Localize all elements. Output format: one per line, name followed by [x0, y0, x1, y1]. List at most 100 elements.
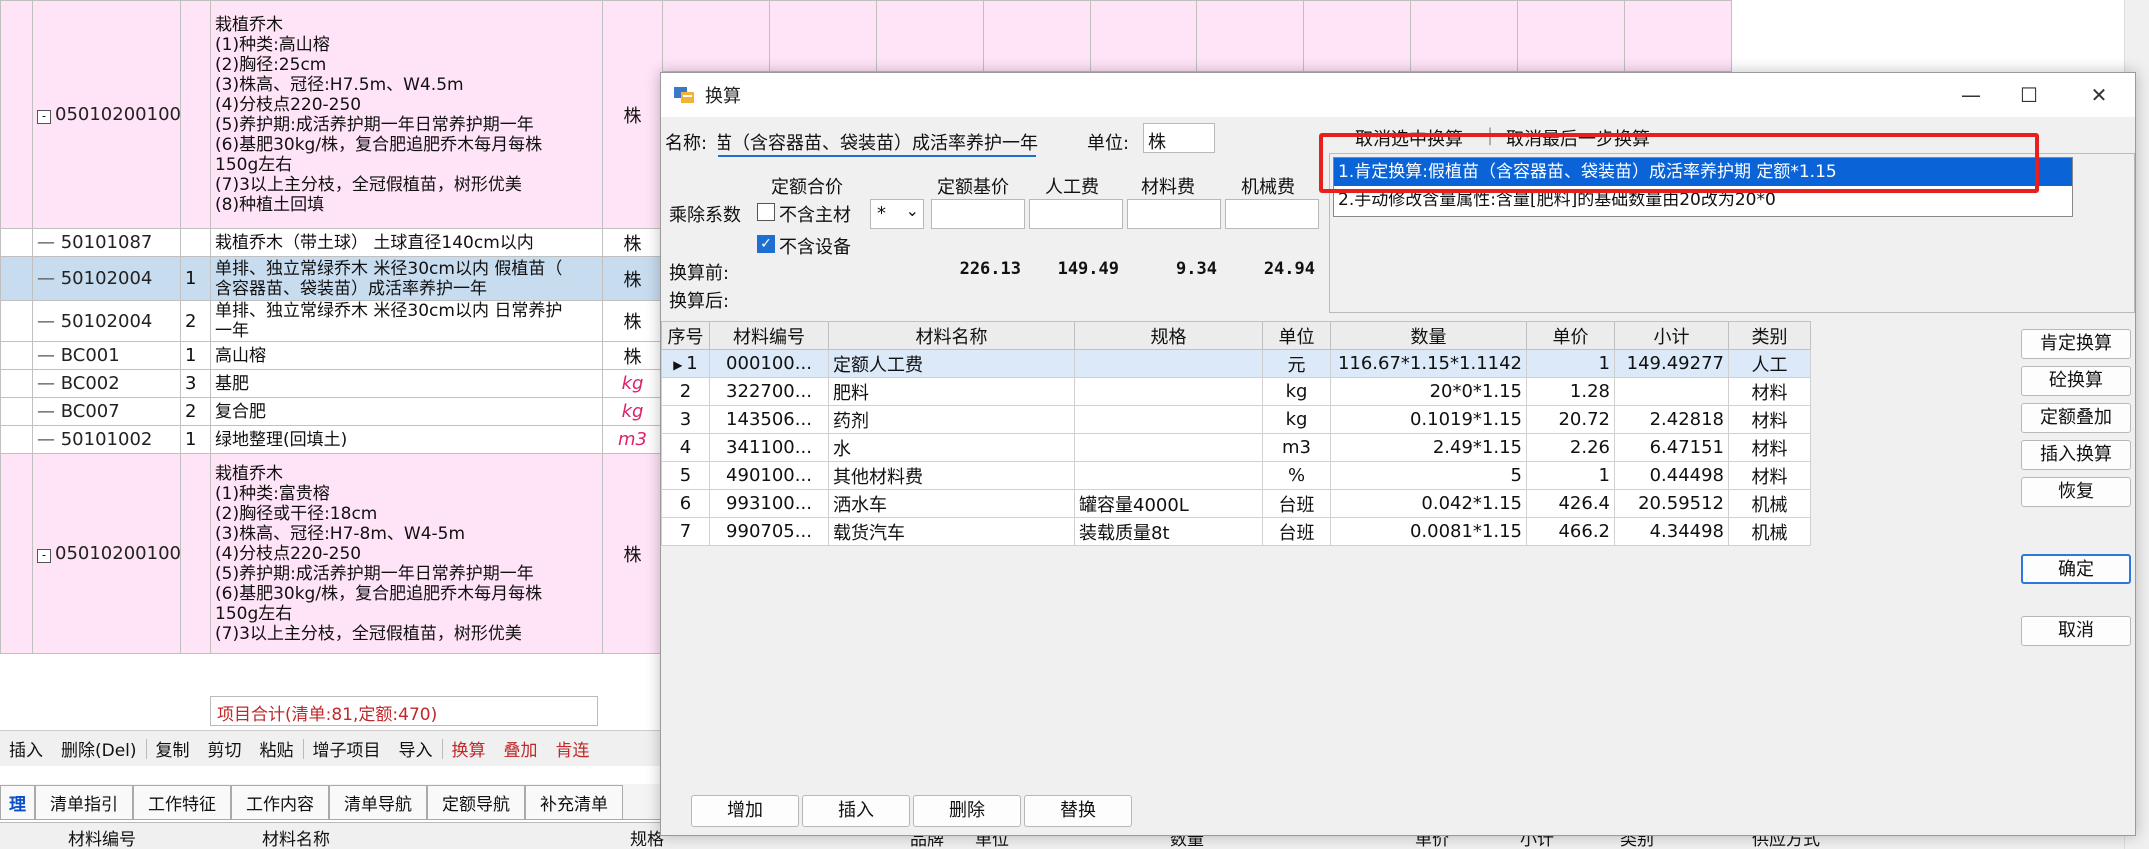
table-cell: 0.44498 — [1614, 461, 1729, 490]
machine-input[interactable] — [1225, 199, 1319, 229]
tree-gutter — [0, 300, 33, 342]
table-row[interactable]: ▶ 1 000100... 定额人工费 元 116.67*1.15*1.1142 1 149… — [661, 349, 1811, 378]
cell-value: 993100... — [726, 493, 812, 514]
tree-gutter — [0, 341, 33, 370]
toolbar-button[interactable]: 肯连 — [547, 736, 599, 761]
table-cell — [1074, 377, 1263, 406]
item-code: 50101087 — [60, 232, 153, 253]
minimize-icon[interactable]: — — [1957, 81, 1985, 109]
table-row[interactable]: — 50102004 1 单排、独立常绿乔木 米径30cm以内 假植苗（ 含容器苗、袋… — [0, 256, 663, 301]
toolbar-button[interactable]: 换算 — [443, 736, 495, 761]
table-row[interactable]: 7 990705... 载货汽车 装载质量8t 台班 0.0081*1.15 466.2 4.… — [661, 517, 1811, 546]
item-code-cell: — BC002 — [32, 369, 181, 398]
material-input[interactable] — [1127, 199, 1221, 229]
item-desc-line: (5)养护期:成活养护期一年日常养护期一年 — [215, 114, 534, 135]
tab[interactable]: 补充清单 — [525, 785, 623, 819]
cell-value: 5 — [679, 465, 692, 486]
concrete-conversion-button[interactable]: 砼换算 — [2021, 366, 2131, 396]
item-desc-cell: 复合肥 — [210, 397, 603, 426]
cancel-button[interactable]: 取消 — [2021, 616, 2131, 646]
expand-icon[interactable]: - — [37, 549, 51, 563]
table-cell — [1074, 433, 1263, 462]
close-icon[interactable]: ✕ — [2085, 81, 2113, 109]
table-row[interactable]: 5 490100... 其他材料费% 5 1 0.44498 材料 — [661, 461, 1811, 490]
item-desc-line: (6)基肥30kg/株，复合肥追肥乔木每月每株 — [215, 583, 543, 604]
table-cell — [1074, 461, 1263, 490]
tab[interactable]: 工作特征 — [133, 785, 231, 819]
tab[interactable]: 工作内容 — [231, 785, 329, 819]
table-row[interactable]: — 50102004 2 单排、独立常绿乔木 米径30cm以内 日常养护 一年株 — [0, 300, 663, 342]
table-cell: 0.0081*1.15 — [1330, 517, 1527, 546]
item-unit-cell: 株 — [602, 300, 663, 342]
insert-button[interactable]: 插入 — [802, 795, 910, 827]
cell-value: 466.2 — [1558, 521, 1610, 542]
table-row[interactable]: 3 143506... 药剂 kg 0.1019*1.15 20.72 2.42818 材料 — [661, 405, 1811, 434]
toolbar-button[interactable]: 复制 — [147, 736, 199, 761]
table-row[interactable]: — BC001 1 高山榕株 — [0, 341, 663, 370]
table-row[interactable]: -050102001001 栽植乔木 (1)种类:高山榕 (2)胸径:25cm (3)株… — [0, 0, 663, 229]
table-cell: 3 — [661, 405, 710, 434]
table-cell: 载货汽车 — [828, 517, 1075, 546]
unit-field[interactable]: 株 — [1143, 123, 1215, 153]
insert-conversion-button[interactable]: 插入换算 — [2021, 440, 2131, 470]
table-cell: 6 — [661, 489, 710, 518]
table-cell: 罐容量4000L — [1074, 489, 1263, 518]
tree-line-icon: — — [37, 310, 61, 332]
item-desc-line: (7)3以上主分枝，全冠假植苗，树形优美 — [215, 623, 522, 644]
item-unit: 株 — [623, 544, 642, 566]
item-desc-line: 一年 — [215, 321, 249, 341]
multiply-label: 乘除系数 — [669, 205, 741, 226]
confirm-conversion-button[interactable]: 肯定换算 — [2021, 329, 2131, 359]
item-desc-line: (3)株高、冠径:H7-8m、W4-5m — [215, 523, 466, 544]
cell-value: 载货汽车 — [833, 522, 905, 544]
toolbar-button[interactable]: 剪切 — [199, 736, 251, 761]
item-seq-cell: 2 — [180, 397, 211, 426]
quota-overlay-button[interactable]: 定额叠加 — [2021, 403, 2131, 433]
labor-input[interactable] — [1029, 199, 1123, 229]
replace-button[interactable]: 替换 — [1024, 795, 1132, 827]
table-cell: 116.67*1.15*1.1142 — [1330, 349, 1527, 378]
cell-value: 1 — [1598, 465, 1610, 486]
toolbar-button[interactable]: 粘贴 — [251, 736, 303, 761]
column-header: 类别 — [1728, 321, 1811, 350]
table-row[interactable]: -050102001002 栽植乔木 (1)种类:富贵榕 (2)胸径或干径:18cm(… — [0, 453, 663, 654]
maximize-icon[interactable]: ☐ — [2015, 81, 2043, 109]
toolbar-button[interactable]: 导入 — [390, 736, 442, 761]
table-row[interactable]: 2 322700... 肥料 kg 20*0*1.15 1.28 材料 — [661, 377, 1811, 406]
tab[interactable]: 清单导航 — [329, 785, 427, 819]
tab[interactable]: 理 — [0, 785, 35, 819]
column-header: 规格 — [630, 830, 664, 849]
toolbar-button[interactable]: 增子项目 — [304, 736, 390, 761]
operator-select[interactable]: * ⌄ — [870, 199, 924, 229]
exclude-main-material-checkbox[interactable] — [757, 203, 775, 221]
cell-value: 000100... — [726, 353, 812, 374]
toolbar-button[interactable]: 叠加 — [495, 736, 547, 761]
ok-button[interactable]: 确定 — [2021, 554, 2131, 584]
highlight-box — [1319, 133, 2039, 193]
base-price-input[interactable] — [931, 199, 1025, 229]
expand-icon[interactable]: - — [37, 110, 51, 124]
toolbar-button[interactable]: 插入 — [0, 736, 52, 761]
column-header: 小计 — [1614, 321, 1729, 350]
table-cell: 426.4 — [1526, 489, 1615, 518]
restore-button[interactable]: 恢复 — [2021, 477, 2131, 507]
tab[interactable]: 定额导航 — [427, 785, 525, 819]
table-row[interactable]: 6 993100... 洒水车 罐容量4000L 台班 0.042*1.15 426.4 20… — [661, 489, 1811, 518]
item-seq: 3 — [185, 373, 197, 394]
item-unit: 株 — [623, 346, 642, 368]
table-row[interactable]: 4 341100... 水 m3 2.49*1.15 2.26 6.47151 材料 — [661, 433, 1811, 462]
item-code-cell: — 50101002 — [32, 425, 181, 454]
exclude-equipment-checkbox[interactable]: ✓ — [757, 235, 775, 253]
delete-button[interactable]: 删除 — [913, 795, 1021, 827]
tab[interactable]: 清单指引 — [35, 785, 133, 819]
item-code: BC001 — [60, 345, 120, 366]
name-field[interactable]: 栽植苗（含容器苗、袋装苗）成活率养护一年 — [718, 129, 1038, 155]
table-row[interactable]: — BC007 2 复合肥 kg — [0, 397, 663, 426]
table-row[interactable]: — BC002 3 基肥 kg — [0, 369, 663, 398]
table-row[interactable]: — 50101087 栽植乔木（带土球） 土球直径140cm以内 株 — [0, 228, 663, 257]
table-row[interactable]: — 50101002 1 绿地整理(回填土) m3 — [0, 425, 663, 454]
add-button[interactable]: 增加 — [691, 795, 799, 827]
cell-value: 装载质量8t — [1079, 522, 1170, 544]
toolbar-button[interactable]: 删除(Del) — [52, 736, 146, 761]
tree-gutter — [0, 0, 33, 229]
